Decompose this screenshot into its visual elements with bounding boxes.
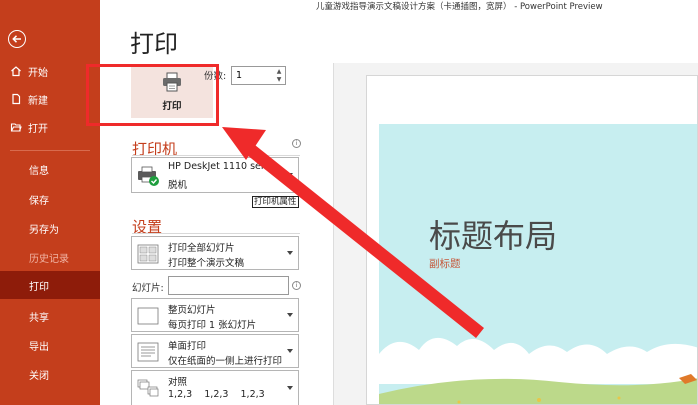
annotation-arrow: [222, 127, 484, 338]
